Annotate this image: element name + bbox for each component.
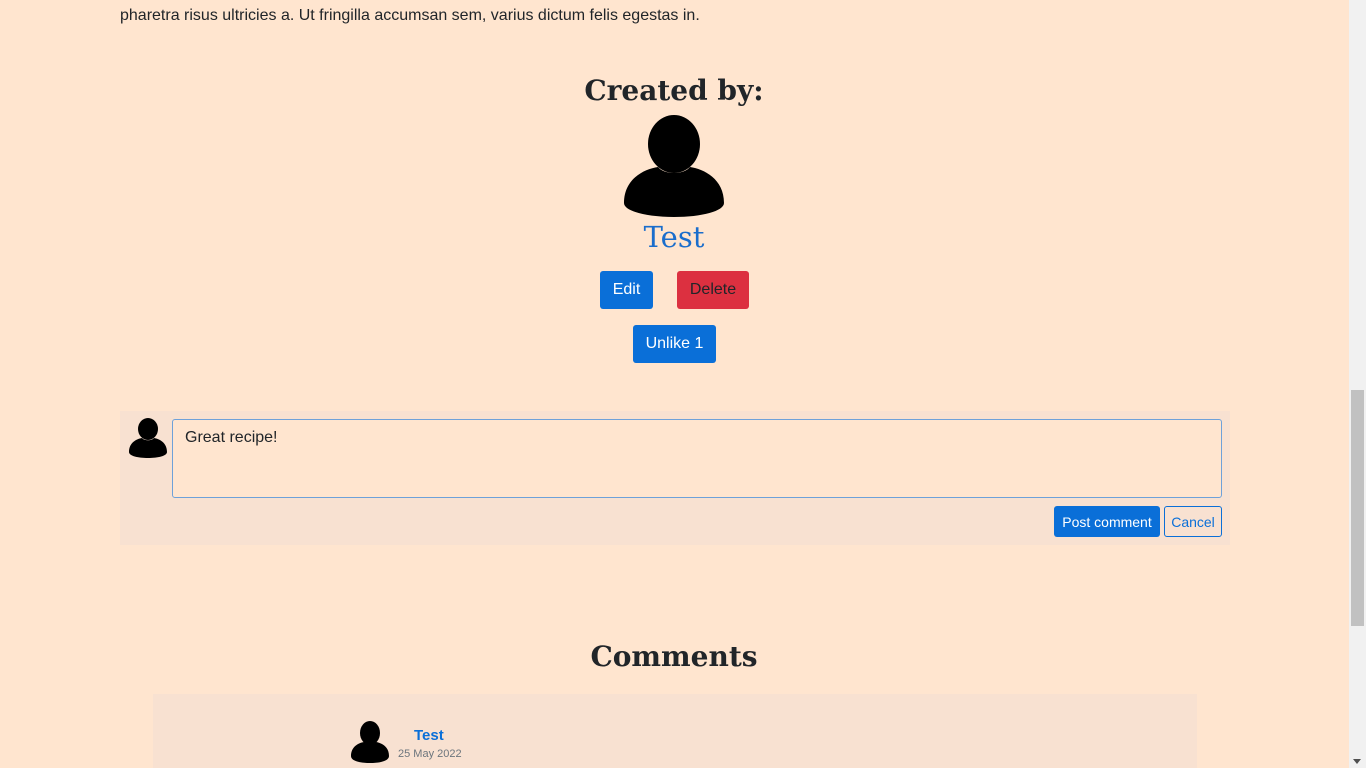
created-by-heading: Created by: <box>584 74 764 107</box>
post-comment-button[interactable]: Post comment <box>1054 506 1160 537</box>
comments-heading: Comments <box>590 640 758 673</box>
author-name-link[interactable]: Test <box>0 220 1348 254</box>
vertical-scrollbar[interactable] <box>1349 0 1366 768</box>
recipe-description-text: pharetra risus ultricies a. Ut fringilla… <box>120 7 700 24</box>
user-silhouette-icon <box>624 115 724 217</box>
cancel-button[interactable]: Cancel <box>1164 506 1222 537</box>
user-silhouette-icon <box>351 721 389 763</box>
comment-author-link[interactable]: Test <box>414 727 444 744</box>
scroll-down-arrow-icon[interactable] <box>1353 759 1361 764</box>
scrollbar-thumb[interactable] <box>1351 390 1364 626</box>
comment-list: Test 25 May 2022 <box>153 694 1197 768</box>
delete-button[interactable]: Delete <box>677 271 749 309</box>
comment-form: Post comment Cancel <box>120 411 1230 545</box>
comment-textarea[interactable] <box>172 419 1222 498</box>
unlike-button[interactable]: Unlike 1 <box>633 325 716 363</box>
comment-date: 25 May 2022 <box>398 748 462 760</box>
edit-button[interactable]: Edit <box>600 271 653 309</box>
user-silhouette-icon <box>129 418 167 458</box>
